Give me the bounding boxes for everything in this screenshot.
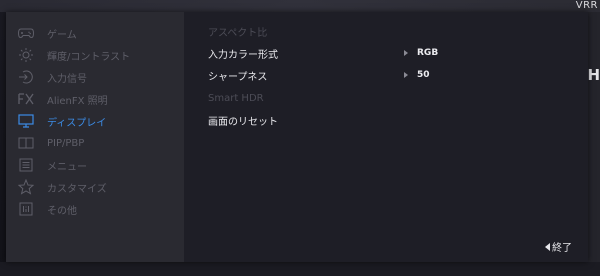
monitor-screen: VRR H ゲーム 輝度/コントラスト 入力信号 AlienFX 照明 ディスプ… — [0, 0, 600, 276]
display-settings-panel: アスペクト比 入力カラー形式 RGB シャープネス 50 Smart HDR 画… — [184, 12, 588, 262]
background-bottom-strip — [0, 262, 600, 276]
sidebar-item-pip-pbp[interactable]: PIP/PBP — [6, 132, 184, 154]
setting-input-color-format[interactable]: 入力カラー形式 RGB — [208, 43, 588, 63]
pip-icon — [18, 135, 34, 151]
osd-sidebar: ゲーム 輝度/コントラスト 入力信号 AlienFX 照明 ディスプレイ PIP… — [6, 12, 184, 262]
setting-smart-hdr: Smart HDR — [208, 88, 588, 108]
setting-label: 画面のリセット — [208, 116, 278, 128]
sidebar-item-label: PIP/PBP — [47, 137, 85, 149]
monitor-icon — [18, 113, 34, 129]
sidebar-item-label: AlienFX 照明 — [47, 95, 108, 107]
setting-reset-display[interactable]: 画面のリセット — [208, 110, 588, 130]
sidebar-item-label: メニュー — [47, 161, 87, 173]
background-strip — [0, 0, 600, 12]
exit-label: 終了 — [552, 243, 572, 254]
chevron-right-icon — [404, 72, 408, 78]
star-icon — [18, 179, 34, 195]
setting-value: 50 — [417, 70, 430, 80]
chevron-right-icon — [404, 50, 408, 56]
background-mid-text: H — [587, 66, 600, 84]
back-arrow-icon — [545, 242, 550, 251]
osd-menu: ゲーム 輝度/コントラスト 入力信号 AlienFX 照明 ディスプレイ PIP… — [6, 12, 588, 262]
setting-value: RGB — [417, 48, 439, 58]
sidebar-item-label: カスタマイズ — [47, 183, 107, 195]
background-top-text: VRR — [575, 0, 598, 11]
fx-icon — [18, 91, 34, 107]
setting-label: シャープネス — [208, 71, 268, 83]
sidebar-item-others[interactable]: その他 — [6, 198, 184, 220]
setting-label: Smart HDR — [208, 92, 264, 104]
sidebar-item-label: その他 — [47, 205, 77, 217]
sidebar-item-alienfx[interactable]: AlienFX 照明 — [6, 88, 184, 110]
setting-label: アスペクト比 — [208, 27, 268, 39]
setting-aspect-ratio: アスペクト比 — [208, 21, 588, 41]
sidebar-item-brightness-contrast[interactable]: 輝度/コントラスト — [6, 44, 184, 66]
background-right-edge — [588, 12, 600, 276]
sidebar-item-customize[interactable]: カスタマイズ — [6, 176, 184, 198]
menu-icon — [18, 157, 34, 173]
sidebar-item-label: 輝度/コントラスト — [47, 51, 131, 63]
sidebar-item-label: ゲーム — [47, 29, 77, 41]
sidebar-item-display[interactable]: ディスプレイ — [6, 110, 184, 132]
sidebar-item-label: ディスプレイ — [47, 117, 107, 129]
info-icon — [18, 201, 34, 217]
sidebar-item-label: 入力信号 — [47, 73, 87, 85]
setting-sharpness[interactable]: シャープネス 50 — [208, 65, 588, 85]
setting-label: 入力カラー形式 — [208, 49, 278, 61]
sidebar-item-input-source[interactable]: 入力信号 — [6, 66, 184, 88]
exit-button[interactable]: 終了 — [545, 239, 572, 254]
sidebar-item-game[interactable]: ゲーム — [6, 22, 184, 44]
gamepad-icon — [18, 25, 34, 41]
sidebar-item-menu[interactable]: メニュー — [6, 154, 184, 176]
brightness-icon — [18, 47, 34, 63]
input-source-icon — [18, 69, 34, 85]
